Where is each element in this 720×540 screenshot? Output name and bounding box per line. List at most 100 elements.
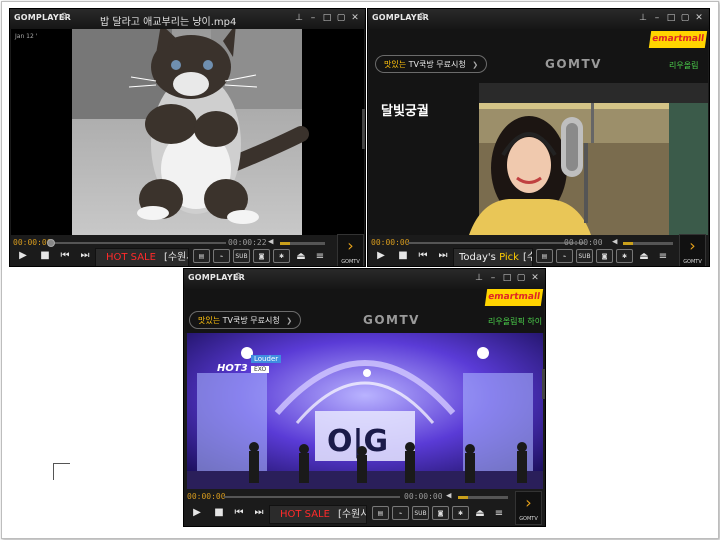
seek-track[interactable] (224, 496, 400, 498)
playlist-icon[interactable]: ▤ (536, 249, 553, 263)
volume-icon[interactable]: ◀ (446, 491, 451, 501)
ad-ticker[interactable]: HOT SALE [수원시] (95, 248, 189, 266)
stop-icon[interactable]: ■ (395, 248, 411, 264)
stop-icon[interactable]: ■ (37, 248, 53, 264)
side-resize-handle[interactable] (542, 369, 545, 399)
volume-track[interactable] (290, 242, 325, 245)
seek-track[interactable] (50, 242, 226, 244)
menu-icon[interactable]: ≡ (655, 249, 671, 265)
gomtv-button[interactable]: › GOMTV (515, 491, 542, 525)
eject-icon[interactable]: ⏏ (293, 249, 309, 265)
promo-pill[interactable]: 맛있는 TV쿡방 무료시청 ❯ (375, 55, 488, 73)
gomtv-button[interactable]: › GOMTV (679, 234, 706, 266)
next-icon[interactable]: ⏭ (435, 248, 451, 264)
minimize-icon[interactable]: – (487, 272, 499, 284)
pin-icon[interactable]: ⊥ (637, 12, 649, 24)
subtitle-button[interactable]: SUB (576, 249, 593, 263)
overlay-hot-label: HOT3 (217, 363, 248, 374)
file-title: 밥 달라고 애교부리는 냥이.mp4 (100, 17, 237, 28)
next-icon[interactable]: ⏭ (251, 505, 267, 521)
maximize-icon[interactable]: □ (321, 12, 333, 24)
menu-icon[interactable]: ≡ (491, 506, 507, 522)
subtitle-button[interactable]: SUB (233, 249, 250, 263)
chevron-right-icon: › (525, 493, 532, 512)
settings-gear-icon[interactable]: ⚙ (418, 12, 426, 22)
fullscreen-icon[interactable]: ▢ (515, 272, 527, 284)
close-icon[interactable]: ✕ (693, 12, 705, 24)
volume-level[interactable] (458, 496, 468, 499)
ad-green-text[interactable]: 리우올림 (669, 60, 698, 71)
promo-pill[interactable]: 맛있는 TV쿡방 무료시청 ❯ (189, 311, 302, 329)
pin-icon[interactable]: ⊥ (473, 272, 485, 284)
playlist-icon[interactable]: ▤ (193, 249, 210, 263)
control-bar: ▶ ■ ⏮ ⏭ Today's Pick[수 ▤ ⌁ SUB ◙ ✱ ⏏ ≡ (368, 246, 709, 266)
play-icon[interactable]: ▶ (15, 248, 31, 264)
minimize-icon[interactable]: – (307, 12, 319, 24)
ticker-hot-sale: HOT SALE (280, 509, 330, 520)
seek-bar-row: 00:00:00 00:00:00 ◀ (184, 491, 545, 503)
emart-mall-logo[interactable]: emartmall (648, 31, 708, 48)
close-icon[interactable]: ✕ (529, 272, 541, 284)
gomtv-button-label: GOMTV (341, 259, 360, 265)
settings-icon[interactable]: ✱ (616, 249, 633, 263)
video-area[interactable]: 달빛궁궐 (369, 83, 708, 235)
ticker-pick-word: Pick (499, 252, 519, 263)
capture-icon[interactable]: ◙ (432, 506, 449, 520)
volume-track[interactable] (633, 242, 673, 245)
video-area[interactable]: O|G HOT3 Louder EXO (187, 333, 543, 489)
ad-ticker[interactable]: HOT SALE [수원시] (269, 505, 367, 524)
equalizer-icon[interactable]: ⌁ (392, 506, 409, 520)
capture-icon[interactable]: ◙ (596, 249, 613, 263)
settings-gear-icon[interactable]: ⚙ (60, 12, 68, 22)
settings-icon[interactable]: ✱ (452, 506, 469, 520)
previous-icon[interactable]: ⏮ (231, 505, 247, 521)
settings-icon[interactable]: ✱ (273, 249, 290, 263)
title-bar: GOMPLAYER ⚙ 밥 달라고 애교부리는 냥이.mp4 ⊥ – □ ▢ ✕ (10, 9, 365, 29)
settings-gear-icon[interactable]: ⚙ (234, 272, 242, 282)
emart-mall-logo[interactable]: emartmall (484, 289, 544, 306)
next-icon[interactable]: ⏭ (77, 248, 93, 264)
side-resize-handle[interactable] (362, 109, 365, 149)
promo-text: TV쿡방 무료시청 (222, 316, 280, 325)
stop-icon[interactable]: ■ (211, 505, 227, 521)
equalizer-icon[interactable]: ⌁ (213, 249, 230, 263)
playlist-icon[interactable]: ▤ (372, 506, 389, 520)
fullscreen-icon[interactable]: ▢ (679, 12, 691, 24)
equalizer-icon[interactable]: ⌁ (556, 249, 573, 263)
window-controls: ⊥ – □ ▢ ✕ (293, 12, 361, 24)
title-bar: GOMPLAYER ⚙ ⊥ – □ ▢ ✕ (184, 269, 545, 289)
ad-banner[interactable]: emartmall 맛있는 TV쿡방 무료시청 ❯ GOMTV 리우올림픽 하이 (185, 289, 544, 333)
video-overlay-text: Jan 12 ' (15, 33, 38, 40)
ad-banner[interactable]: emartmall 맛있는 TV쿡방 무료시청 ❯ GOMTV 리우올림 (369, 29, 708, 83)
maximize-icon[interactable]: □ (665, 12, 677, 24)
previous-icon[interactable]: ⏮ (57, 248, 73, 264)
promo-text-highlight: 맛있는 (198, 316, 221, 325)
play-icon[interactable]: ▶ (373, 248, 389, 264)
fullscreen-icon[interactable]: ▢ (335, 12, 347, 24)
close-icon[interactable]: ✕ (349, 12, 361, 24)
eject-icon[interactable]: ⏏ (636, 249, 652, 265)
menu-icon[interactable]: ≡ (312, 249, 328, 265)
minimize-icon[interactable]: – (651, 12, 663, 24)
gomtv-button[interactable]: › GOMTV (337, 234, 364, 266)
promo-text-highlight: 맛있는 (384, 60, 407, 69)
time-total: 00:00:00 (404, 492, 443, 501)
previous-icon[interactable]: ⏮ (415, 248, 431, 264)
play-icon[interactable]: ▶ (189, 505, 205, 521)
volume-track[interactable] (468, 496, 508, 499)
volume-level[interactable] (623, 242, 633, 245)
subtitle-button[interactable]: SUB (412, 506, 429, 520)
ad-green-text[interactable]: 리우올림픽 하이 (488, 316, 542, 327)
ticker-pick-prefix: Today's (459, 252, 496, 263)
ad-ticker[interactable]: Today's Pick[수 (453, 248, 533, 266)
maximize-icon[interactable]: □ (501, 272, 513, 284)
window-controls: ⊥ – □ ▢ ✕ (637, 12, 705, 24)
capture-icon[interactable]: ◙ (253, 249, 270, 263)
video-area[interactable]: Jan 12 ' (11, 29, 364, 235)
ticker-todays-pick: Today's Pick (459, 252, 519, 263)
volume-level[interactable] (280, 242, 290, 245)
seek-track[interactable] (408, 242, 584, 244)
pin-icon[interactable]: ⊥ (293, 12, 305, 24)
player-window-1: GOMPLAYER ⚙ 밥 달라고 애교부리는 냥이.mp4 ⊥ – □ ▢ ✕ (9, 8, 366, 267)
eject-icon[interactable]: ⏏ (472, 506, 488, 522)
